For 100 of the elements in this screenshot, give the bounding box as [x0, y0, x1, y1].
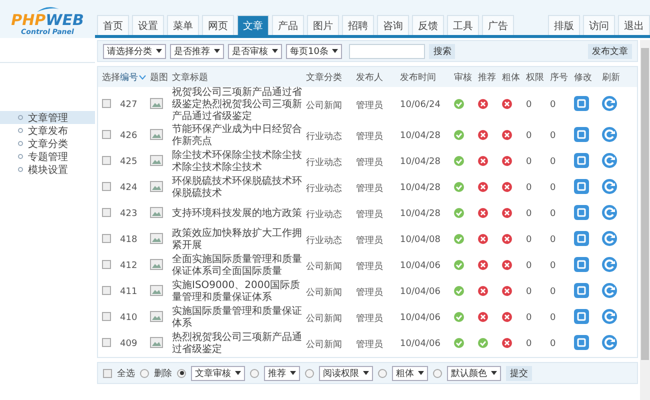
caret-icon: [156, 48, 162, 54]
nav-tab[interactable]: 招聘: [342, 15, 374, 35]
sidebar-item[interactable]: 文章分类: [0, 137, 95, 150]
sidebar-item[interactable]: 文章发布: [0, 124, 95, 137]
edit-icon[interactable]: [574, 127, 589, 142]
refresh-icon[interactable]: [602, 179, 617, 194]
permission-cell-text: 0: [526, 100, 533, 110]
nav-tab[interactable]: 首页: [97, 15, 129, 35]
date-cell-text: 10/04/28: [400, 157, 442, 167]
article-title[interactable]: 节能环保产业成为中日经贸合作新亮点: [172, 124, 306, 148]
scrollbar[interactable]: [640, 40, 650, 400]
column-header: 权限: [526, 72, 544, 84]
edit-icon[interactable]: [574, 96, 589, 111]
edit-icon[interactable]: [574, 205, 589, 220]
sidebar-item[interactable]: 专题管理: [0, 150, 95, 163]
caret-icon: [214, 48, 220, 54]
article-title[interactable]: 支持环境科技发展的地方政策: [172, 208, 306, 220]
article-title[interactable]: 环保脱硫技术环保脱硫技术环保脱硫技术: [172, 176, 306, 200]
nav-tab[interactable]: 工具: [447, 15, 479, 35]
caret-icon: [290, 370, 296, 376]
row-checkbox[interactable]: [102, 312, 111, 321]
column-header[interactable]: 编号: [120, 70, 138, 84]
date-cell-text: 10/04/08: [400, 235, 442, 245]
sort-icon[interactable]: [139, 74, 146, 80]
search-field[interactable]: [349, 44, 426, 58]
row-checkbox[interactable]: [102, 208, 111, 217]
image-icon: [150, 259, 163, 270]
edit-icon[interactable]: [574, 153, 589, 168]
refresh-icon[interactable]: [602, 127, 617, 142]
nav-tab[interactable]: 反馈: [412, 15, 444, 35]
nav-tab[interactable]: 网页: [202, 15, 234, 35]
edit-icon[interactable]: [574, 309, 589, 324]
filter-select[interactable]: 是否推荐: [170, 44, 224, 58]
submit-button[interactable]: 提交: [506, 366, 532, 380]
image-icon: [150, 311, 163, 322]
nav-tab[interactable]: 产品: [272, 15, 304, 35]
column-header: 刷新: [602, 72, 620, 84]
edit-icon[interactable]: [574, 283, 589, 298]
radio-button[interactable]: [433, 368, 442, 378]
article-title[interactable]: 政策效应加快释放扩大工作拥紧开展: [172, 228, 306, 252]
article-title[interactable]: 祝贺我公司三项新产品通过省级鉴定热烈祝贺我公司三项新产品通过省级鉴定: [172, 87, 306, 123]
action-select[interactable]: 文章审核: [191, 366, 245, 380]
filter-select[interactable]: 请选择分类: [103, 44, 166, 58]
nav-tab[interactable]: 设置: [132, 15, 164, 35]
refresh-icon[interactable]: [602, 283, 617, 298]
article-title[interactable]: 除尘技术环保除尘技术除尘技术除尘技术除尘技术: [172, 150, 306, 174]
category-cell-text: 行业动态: [306, 130, 343, 142]
order-cell-text: 0: [550, 100, 557, 110]
article-title[interactable]: 全面实施国际质量管理和质量保证体系司全面国际质量: [172, 254, 306, 278]
row-checkbox[interactable]: [102, 130, 111, 139]
caret-icon: [491, 370, 497, 376]
edit-icon[interactable]: [574, 231, 589, 246]
action-select[interactable]: 阅读权限: [319, 366, 373, 380]
nav-tab[interactable]: 广告: [482, 15, 514, 35]
edit-icon[interactable]: [574, 179, 589, 194]
row-checkbox[interactable]: [102, 156, 111, 165]
row-checkbox[interactable]: [102, 234, 111, 243]
row-checkbox[interactable]: [102, 286, 111, 295]
article-title[interactable]: 热烈祝贺我公司三项新产品通过省级鉴定: [172, 332, 306, 356]
refresh-icon[interactable]: [602, 153, 617, 168]
select-all-checkbox[interactable]: [103, 368, 112, 378]
filter-select[interactable]: 是否审核: [228, 44, 282, 58]
caret-icon: [418, 370, 424, 376]
refresh-icon[interactable]: [602, 309, 617, 324]
article-title[interactable]: 实施国际质量管理和质量保证体系: [172, 306, 306, 330]
edit-icon[interactable]: [574, 335, 589, 350]
row-checkbox[interactable]: [102, 260, 111, 269]
row-checkbox[interactable]: [102, 338, 111, 347]
nav-tab[interactable]: 图片: [307, 15, 339, 35]
order-cell-text: 0: [550, 287, 557, 297]
radio-button[interactable]: [378, 368, 387, 378]
nav-tab[interactable]: 菜单: [167, 15, 199, 35]
radio-button[interactable]: [177, 368, 186, 378]
sidebar-item[interactable]: 模块设置: [0, 163, 95, 176]
action-select[interactable]: 推荐: [264, 366, 300, 380]
radio-button[interactable]: [305, 368, 314, 378]
article-title[interactable]: 实施ISO9000、2000国际质量管理和质量保证体系: [172, 280, 306, 304]
radio-button[interactable]: [250, 368, 259, 378]
action-select[interactable]: 粗体: [392, 366, 428, 380]
sidebar-item[interactable]: 文章管理: [0, 111, 95, 124]
filter-select[interactable]: 每页10条: [286, 44, 342, 58]
refresh-icon[interactable]: [602, 205, 617, 220]
publish-button[interactable]: 发布文章: [588, 44, 632, 58]
date-cell-text: 10/04/28: [400, 183, 442, 193]
nav-tab[interactable]: 退出: [618, 15, 650, 35]
nav-tab[interactable]: 排版: [548, 15, 580, 35]
nav-tab[interactable]: 咨询: [377, 15, 409, 35]
refresh-icon[interactable]: [602, 335, 617, 350]
search-button[interactable]: 搜索: [429, 44, 456, 58]
image-icon: [150, 337, 163, 348]
refresh-icon[interactable]: [602, 231, 617, 246]
edit-icon[interactable]: [574, 257, 589, 272]
row-checkbox[interactable]: [102, 99, 111, 108]
row-checkbox[interactable]: [102, 182, 111, 191]
nav-tab[interactable]: 访问: [583, 15, 615, 35]
action-select[interactable]: 默认颜色: [447, 366, 501, 380]
refresh-icon[interactable]: [602, 257, 617, 272]
radio-button[interactable]: [140, 368, 149, 378]
nav-tab[interactable]: 文章: [237, 15, 269, 35]
refresh-icon[interactable]: [602, 96, 617, 111]
